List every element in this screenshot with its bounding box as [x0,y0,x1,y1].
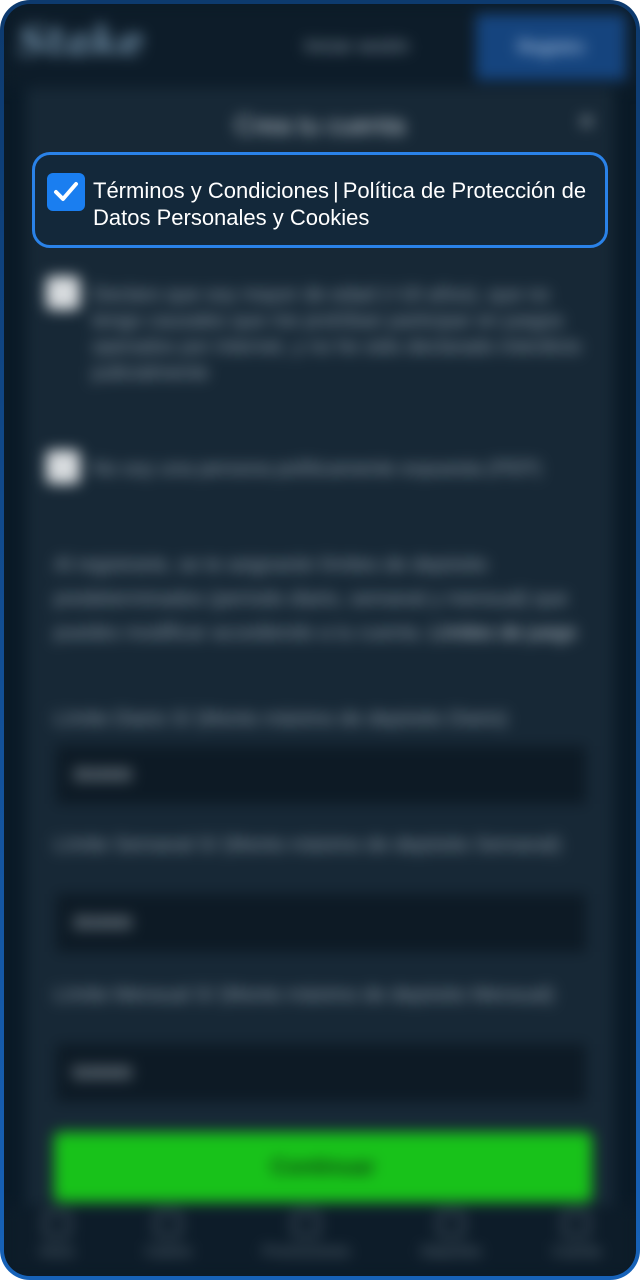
monthly-limit-label: Límite Mensual S/ (Monto máximo de depós… [54,984,555,1006]
limits-info-text: Al registrarte, se te asignarán límites … [54,548,590,650]
terms-separator: | [332,178,339,203]
weekly-limit-input[interactable]: 350000 [56,894,586,952]
user-icon [563,1211,590,1237]
gift-icon [293,1211,320,1237]
modal-title: Crea tu cuenta [234,110,406,140]
terms-consent-text: Términos y Condiciones | Política de Prote… [93,177,593,231]
home-icon [43,1211,70,1237]
pep-declaration-text: No soy una persona políticamente expuest… [92,458,542,480]
nav-item-promotions[interactable]: Promociones [262,1211,350,1260]
nav-label: Inicio [39,1243,75,1260]
age-declaration-text: Declaro que soy mayor de edad (+18 años)… [92,284,582,384]
app-screen: Stake Iniciar sesión Registro Crea tu cu… [4,4,636,1276]
nav-item-casino[interactable]: Casino [145,1211,192,1260]
nav-label: Casino [145,1243,192,1260]
weekly-limit-label: Límite Semanal S/ (Monto máximo de depós… [54,834,561,856]
nav-label: Deportes [420,1243,482,1260]
monthly-limit-input[interactable]: 500000 [56,1044,586,1102]
limits-link[interactable]: Límites de juego [430,622,577,644]
nav-label: Promociones [262,1243,350,1260]
terms-link[interactable]: Términos y Condiciones [93,178,329,203]
casino-icon [155,1211,182,1237]
checkmark-icon [54,182,78,201]
signup-modal: Crea tu cuenta × Declaro que soy mayor d… [26,88,614,1208]
sports-icon [438,1211,465,1237]
register-button[interactable]: Registro [476,14,626,80]
daily-limit-label: Límite Diario S/ (Monto máximo de depósi… [54,708,508,730]
continue-button[interactable]: Continuar [54,1132,592,1202]
top-bar: Stake Iniciar sesión Registro [4,4,636,88]
device-frame: Stake Iniciar sesión Registro Crea tu cu… [0,0,640,1280]
terms-checkbox[interactable] [47,173,85,211]
bottom-nav: Inicio Casino Promociones Deportes Cuent… [4,1206,636,1276]
login-link[interactable]: Iniciar sesión [304,36,409,57]
daily-limit-input[interactable]: 350000 [56,746,586,804]
brand-logo: Stake [18,18,145,65]
nav-item-sports[interactable]: Deportes [421,1211,482,1260]
pep-checkbox[interactable] [46,450,80,484]
terms-consent-highlight: Términos y Condiciones | Política de Prote… [32,152,608,248]
close-icon[interactable]: × [579,106,594,137]
nav-label: Cuenta [552,1243,601,1260]
age-checkbox[interactable] [46,276,80,310]
nav-item-home[interactable]: Inicio [39,1211,74,1260]
nav-item-account[interactable]: Cuenta [552,1211,601,1260]
